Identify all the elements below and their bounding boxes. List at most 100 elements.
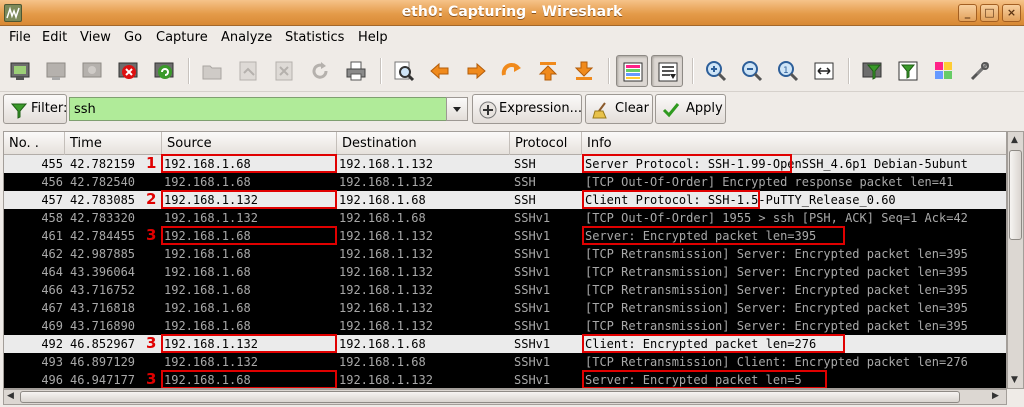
open-file-icon[interactable] xyxy=(196,55,228,87)
vertical-scrollbar[interactable]: ▲ ▼ xyxy=(1007,131,1024,389)
preferences-icon[interactable] xyxy=(964,55,996,87)
packet-source: 192.168.1.132 xyxy=(164,337,258,351)
menu-statistics[interactable]: Statistics xyxy=(285,30,344,45)
packet-destination: 192.168.1.132 xyxy=(339,247,433,261)
filter-label-button[interactable]: Filter: xyxy=(3,94,67,124)
packet-row[interactable]: 462 42.987885 192.168.1.68 192.168.1.132 SSH… xyxy=(4,245,1006,263)
title-bar[interactable]: eth0: Capturing - Wireshark _ □ × xyxy=(0,0,1024,26)
menu-analyze[interactable]: Analyze xyxy=(221,30,272,45)
expression-label: Expression... xyxy=(499,101,582,116)
vertical-scroll-thumb[interactable] xyxy=(1009,150,1022,240)
column-header-time[interactable]: Time xyxy=(65,132,162,155)
packet-row[interactable]: 458 42.783320 192.168.1.132 192.168.1.68 SSH… xyxy=(4,209,1006,227)
packet-destination: 192.168.1.68 xyxy=(339,211,426,225)
menu-capture[interactable]: Capture xyxy=(156,30,208,45)
stop-capture-icon[interactable] xyxy=(112,55,144,87)
go-back-icon[interactable] xyxy=(424,55,456,87)
packet-protocol: SSHv1 xyxy=(514,301,551,315)
column-header-protocol[interactable]: Protocol xyxy=(510,132,582,155)
packet-row[interactable]: 469 43.716890 192.168.1.68 192.168.1.132 SSH… xyxy=(4,317,1006,335)
minimize-button[interactable]: _ xyxy=(958,4,977,22)
column-header-no[interactable]: No. . xyxy=(4,132,65,155)
display-filter-input[interactable] xyxy=(69,97,447,121)
close-file-icon[interactable] xyxy=(268,55,300,87)
go-forward-icon[interactable] xyxy=(460,55,492,87)
packet-no: 492 xyxy=(41,337,63,351)
packet-info: Server: Encrypted packet len=5 xyxy=(585,373,802,387)
close-button[interactable]: × xyxy=(1002,4,1021,22)
packet-destination: 192.168.1.132 xyxy=(339,265,433,279)
packet-info: Client Protocol: SSH-1.5-PuTTY_Release_0… xyxy=(585,193,896,207)
packet-no: 462 xyxy=(41,247,63,261)
menu-file[interactable]: File xyxy=(9,30,31,45)
packet-no: 456 xyxy=(41,175,63,189)
zoom-normal-icon[interactable]: 1 xyxy=(772,55,804,87)
scroll-left-icon[interactable]: ◀ xyxy=(7,391,14,401)
main-toolbar: 1 xyxy=(0,50,1024,92)
packet-protocol: SSHv1 xyxy=(514,211,551,225)
apply-label: Apply xyxy=(686,101,723,116)
packet-protocol: SSHv1 xyxy=(514,373,551,387)
packet-row[interactable]: 466 43.716752 192.168.1.68 192.168.1.132 SSH… xyxy=(4,281,1006,299)
packet-row[interactable]: 456 42.782540 192.168.1.68 192.168.1.132 SSH… xyxy=(4,173,1006,191)
column-header-info[interactable]: Info xyxy=(582,132,1006,155)
scroll-up-icon[interactable]: ▲ xyxy=(1011,135,1018,145)
filter-label: Filter: xyxy=(31,101,68,116)
toolbar-separator xyxy=(188,58,190,84)
interface-list-icon[interactable] xyxy=(4,55,36,87)
packet-no: 467 xyxy=(41,301,63,315)
expression-button[interactable]: Expression... xyxy=(472,94,582,124)
packet-destination: 192.168.1.132 xyxy=(339,319,433,333)
zoom-in-icon[interactable] xyxy=(700,55,732,87)
auto-scroll-icon[interactable] xyxy=(651,55,683,87)
find-packet-icon[interactable] xyxy=(388,55,420,87)
packet-source: 192.168.1.68 xyxy=(164,175,251,189)
maximize-button[interactable]: □ xyxy=(980,4,999,22)
scroll-down-icon[interactable]: ▼ xyxy=(1011,375,1018,385)
column-header-destination[interactable]: Destination xyxy=(337,132,510,155)
packet-no: 493 xyxy=(41,355,63,369)
packet-protocol: SSH xyxy=(514,157,536,171)
print-icon[interactable] xyxy=(340,55,372,87)
packet-row[interactable]: 493 46.897129 192.168.1.132 192.168.1.68 SSH… xyxy=(4,353,1006,371)
packet-no: 455 xyxy=(41,157,63,171)
coloring-rules-icon[interactable] xyxy=(928,55,960,87)
scroll-right-icon[interactable]: ▶ xyxy=(992,391,999,401)
colorize-icon[interactable] xyxy=(616,55,648,87)
capture-filters-icon[interactable] xyxy=(856,55,888,87)
packet-list[interactable]: No. . Time Source Destination Protocol I… xyxy=(3,131,1007,389)
menu-edit[interactable]: Edit xyxy=(42,30,67,45)
packet-source: 192.168.1.68 xyxy=(164,247,251,261)
packet-source: 192.168.1.68 xyxy=(164,373,251,387)
packet-row[interactable]: 467 43.716818 192.168.1.68 192.168.1.132 SSH… xyxy=(4,299,1006,317)
menu-view[interactable]: View xyxy=(80,30,111,45)
packet-time: 43.396064 xyxy=(70,265,136,279)
reload-icon[interactable] xyxy=(304,55,336,87)
packet-destination: 192.168.1.132 xyxy=(339,157,433,171)
horizontal-scrollbar[interactable]: ◀ ▶ xyxy=(3,389,1007,405)
packet-info: Client: Encrypted packet len=276 xyxy=(585,337,817,351)
menu-help[interactable]: Help xyxy=(358,30,388,45)
zoom-out-icon[interactable] xyxy=(736,55,768,87)
horizontal-scroll-thumb[interactable] xyxy=(20,391,960,403)
capture-options-icon[interactable] xyxy=(40,55,72,87)
apply-button[interactable]: Apply xyxy=(655,94,726,124)
column-header-source[interactable]: Source xyxy=(162,132,337,155)
packet-protocol: SSHv1 xyxy=(514,247,551,261)
display-filters-icon[interactable] xyxy=(892,55,924,87)
packet-time: 43.716890 xyxy=(70,319,136,333)
restart-capture-icon[interactable] xyxy=(148,55,180,87)
menu-go[interactable]: Go xyxy=(124,30,142,45)
go-to-packet-icon[interactable] xyxy=(496,55,528,87)
save-file-icon[interactable] xyxy=(232,55,264,87)
packet-row[interactable]: 464 43.396064 192.168.1.68 192.168.1.132 SSH… xyxy=(4,263,1006,281)
resize-columns-icon[interactable] xyxy=(808,55,840,87)
filter-history-dropdown[interactable] xyxy=(446,97,468,121)
toolbar-separator xyxy=(848,58,850,84)
annotation-number: 2 xyxy=(146,190,157,208)
packet-source: 192.168.1.68 xyxy=(164,265,251,279)
start-capture-icon[interactable] xyxy=(76,55,108,87)
go-first-icon[interactable] xyxy=(532,55,564,87)
go-last-icon[interactable] xyxy=(568,55,600,87)
clear-button[interactable]: Clear xyxy=(585,94,653,124)
